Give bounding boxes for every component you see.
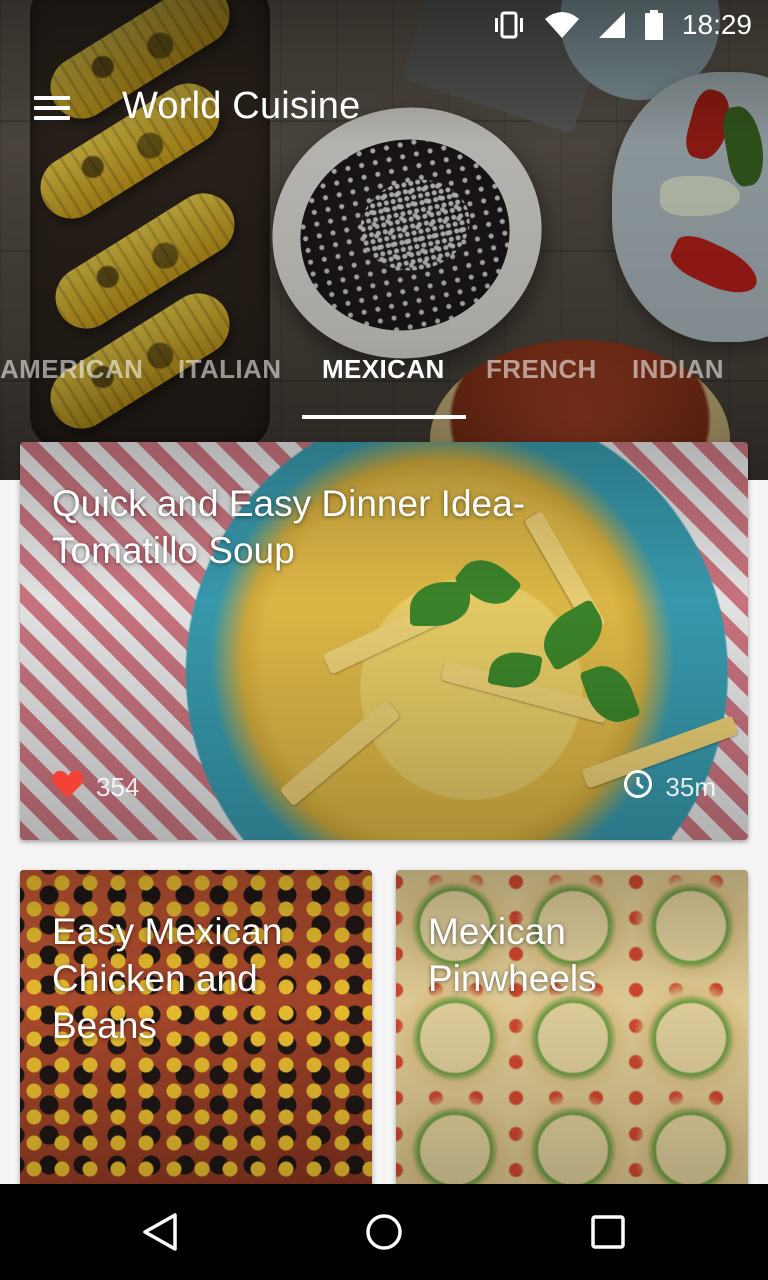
home-icon — [364, 1212, 404, 1257]
tab-french[interactable]: FRENCH — [486, 354, 597, 385]
recipe-title: Mexican Pinwheels — [428, 911, 597, 999]
clock-icon — [623, 769, 653, 806]
menu-icon — [34, 96, 70, 120]
cook-time: 35m — [623, 769, 716, 806]
system-nav-bar — [0, 1184, 768, 1280]
cook-time-value: 35m — [665, 772, 716, 802]
recents-button[interactable] — [582, 1208, 634, 1260]
back-icon — [141, 1212, 179, 1257]
cuisine-tabs: AMERICAN ITALIAN MEXICAN FRENCH INDIAN — [0, 340, 768, 420]
likes-count[interactable]: 354 — [52, 769, 139, 806]
vibrate-icon — [492, 11, 526, 39]
signal-icon — [598, 11, 626, 39]
recipe-card[interactable]: Mexican Pinwheels — [396, 870, 748, 1200]
battery-icon — [644, 10, 664, 40]
status-time: 18:29 — [681, 9, 752, 40]
featured-recipe-card[interactable]: Quick and Easy Dinner Idea- Tomatillo So… — [20, 442, 748, 840]
tab-mexican[interactable]: MEXICAN — [322, 354, 445, 385]
home-button[interactable] — [358, 1208, 410, 1260]
status-bar: 18:29 — [0, 0, 768, 50]
recents-icon — [590, 1214, 626, 1255]
recipe-card[interactable]: Easy Mexican Chicken and Beans — [20, 870, 372, 1200]
featured-recipe-title: Quick and Easy Dinner Idea- Tomatillo So… — [52, 483, 526, 571]
app-title: World Cuisine — [122, 85, 361, 127]
tab-indicator — [302, 415, 466, 419]
heart-icon — [52, 769, 84, 806]
menu-button[interactable] — [26, 82, 78, 134]
app-toolbar: World Cuisine — [0, 60, 768, 156]
tab-american[interactable]: AMERICAN — [0, 354, 143, 385]
back-button[interactable] — [134, 1208, 186, 1260]
tab-italian[interactable]: ITALIAN — [178, 354, 281, 385]
tab-indian[interactable]: INDIAN — [632, 354, 724, 385]
likes-value: 354 — [96, 772, 140, 802]
recipe-title: Easy Mexican Chicken and Beans — [52, 911, 283, 1046]
wifi-icon — [544, 11, 580, 39]
